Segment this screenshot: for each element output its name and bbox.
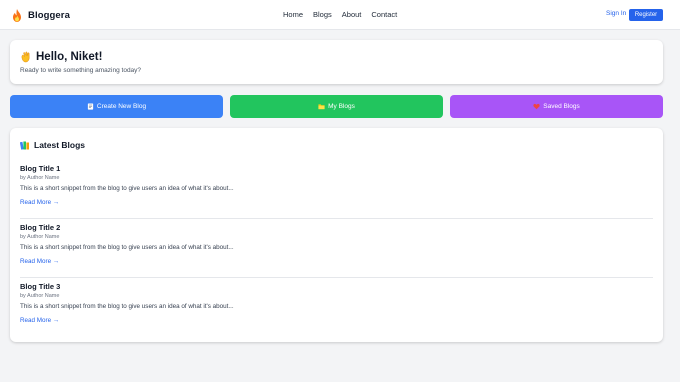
saved-blogs-button[interactable]: Saved Blogs	[450, 95, 663, 118]
nav-link-home[interactable]: Home	[283, 10, 303, 19]
latest-blogs-header: Latest Blogs	[20, 140, 85, 150]
my-blogs-button[interactable]: My Blogs	[230, 95, 443, 118]
my-blogs-label: My Blogs	[328, 103, 355, 110]
blog-snippet: This is a short snippet from the blog to…	[20, 244, 234, 251]
blog-item: Blog Title 1 by Author Name This is a sh…	[20, 164, 653, 219]
blog-title[interactable]: Blog Title 2	[20, 223, 60, 232]
blog-item: Blog Title 2 by Author Name This is a sh…	[20, 223, 653, 278]
nav-links: Home Blogs About Contact	[283, 10, 407, 19]
folder-icon	[318, 104, 325, 110]
blog-title[interactable]: Blog Title 1	[20, 164, 60, 173]
heart-icon	[533, 103, 540, 110]
blog-snippet: This is a short snippet from the blog to…	[20, 303, 234, 310]
blog-snippet: This is a short snippet from the blog to…	[20, 185, 234, 192]
greeting-subtitle: Ready to write something amazing today?	[20, 67, 142, 74]
sign-in-link[interactable]: Sign In	[606, 10, 626, 17]
nav-link-contact[interactable]: Contact	[371, 10, 397, 19]
blog-title[interactable]: Blog Title 3	[20, 282, 60, 291]
read-more-link[interactable]: Read More →	[20, 258, 59, 265]
read-more-link[interactable]: Read More →	[20, 317, 59, 324]
read-more-link[interactable]: Read More →	[20, 199, 59, 206]
greeting-title: Hello, Niket!	[36, 51, 103, 63]
blog-author: by Author Name	[20, 293, 60, 299]
blog-author: by Author Name	[20, 175, 60, 181]
latest-blogs-title: Latest Blogs	[34, 140, 86, 150]
create-new-blog-button[interactable]: Create New Blog	[10, 95, 223, 118]
create-new-blog-label: Create New Blog	[96, 103, 147, 110]
nav-link-about[interactable]: About	[342, 10, 362, 19]
nav-link-blogs[interactable]: Blogs	[313, 10, 332, 19]
brand[interactable]: Bloggera	[12, 8, 70, 22]
latest-blogs-card: Latest Blogs Blog Title 1 by Author Name…	[10, 128, 663, 342]
brand-name: Bloggera	[28, 9, 70, 21]
register-button[interactable]: Register	[629, 9, 663, 21]
blog-author: by Author Name	[20, 234, 60, 240]
waving-hand-icon	[21, 51, 30, 63]
greeting-card: Hello, Niket! Ready to write something a…	[10, 40, 663, 84]
flame-logo-icon	[13, 8, 21, 22]
memo-icon	[87, 103, 94, 110]
navbar: Bloggera Home Blogs About Contact Sign I…	[0, 0, 680, 30]
blog-item: Blog Title 3 by Author Name This is a sh…	[20, 282, 653, 337]
books-icon	[20, 141, 29, 150]
saved-blogs-label: Saved Blogs	[543, 103, 580, 110]
